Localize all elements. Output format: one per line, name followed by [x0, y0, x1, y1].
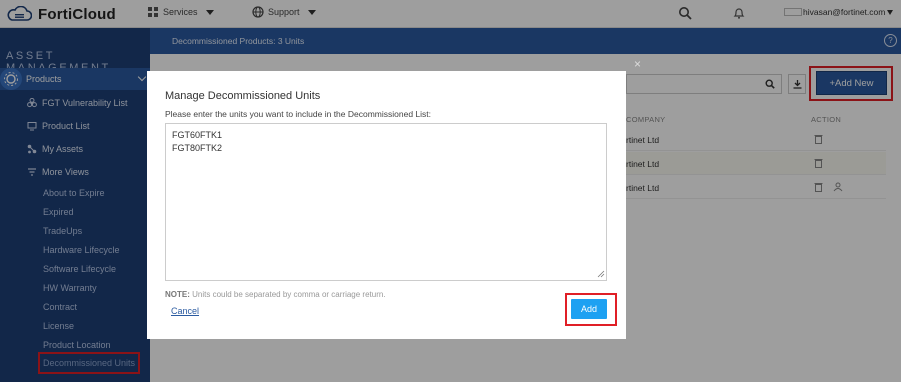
note-label: NOTE:: [165, 290, 190, 299]
add-button[interactable]: Add: [571, 299, 607, 319]
dialog-note: NOTE: Units could be separated by comma …: [165, 290, 386, 299]
close-icon[interactable]: ×: [634, 57, 641, 71]
cancel-link[interactable]: Cancel: [171, 306, 199, 316]
dialog-title: Manage Decommissioned Units: [165, 90, 321, 102]
resize-handle-icon[interactable]: [597, 270, 605, 278]
note-text: Units could be separated by comma or car…: [189, 290, 386, 299]
manage-decommissioned-units-dialog: Manage Decommissioned Units Please enter…: [147, 71, 626, 339]
units-textarea[interactable]: FGT60FTK1 FGT80FTK2: [165, 123, 607, 281]
dialog-instruction: Please enter the units you want to inclu…: [165, 109, 432, 119]
